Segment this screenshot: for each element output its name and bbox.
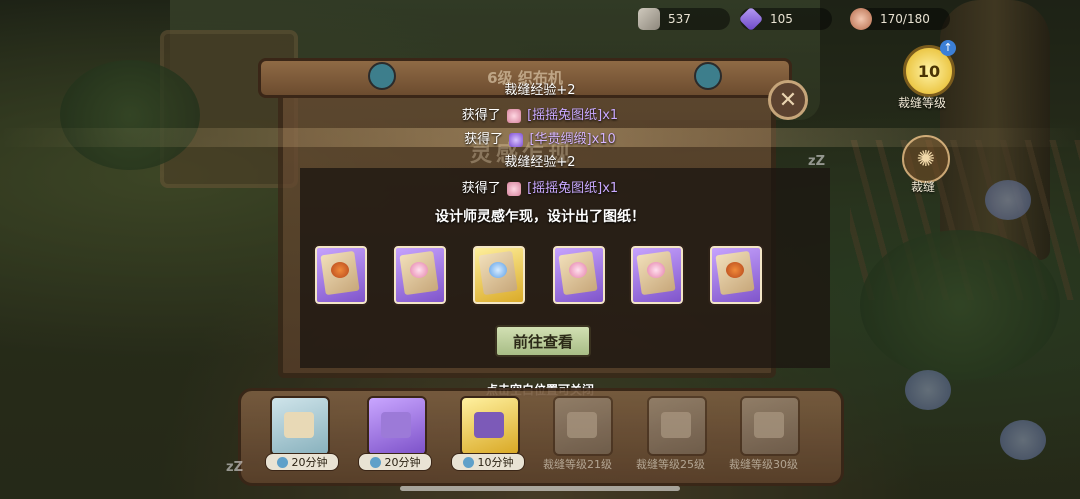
- resource-gears[interactable]: 537: [638, 8, 730, 30]
- level-up-arrow-icon: ↑: [940, 40, 956, 56]
- locked-slot[interactable]: [740, 396, 800, 456]
- pattern-card[interactable]: [471, 244, 527, 306]
- linen-cloth-icon: [284, 412, 314, 438]
- clock-icon: [276, 456, 288, 468]
- purple-fabric-icon: [474, 412, 504, 438]
- locked-cloth-icon: [567, 412, 597, 438]
- carrot-pattern-icon: [331, 262, 349, 278]
- slot-timer: 10分钟: [451, 453, 525, 471]
- blue-flower-pattern-icon: [489, 262, 507, 278]
- pattern-card[interactable]: [629, 244, 685, 306]
- rabbit-pattern-icon: [506, 181, 521, 196]
- sleep-zz-icon: zZ: [808, 154, 825, 169]
- rabbit-pattern-icon: [410, 262, 428, 278]
- log-line: 获得了 [华贵绸缎]x10: [0, 128, 1080, 147]
- rabbit-pattern-icon: [569, 262, 587, 278]
- pattern-card[interactable]: [708, 244, 764, 306]
- unlock-requirement: 裁缝等级21级: [543, 458, 612, 471]
- slot-timer: 20分钟: [358, 453, 432, 471]
- purple-fabric-icon: [381, 412, 411, 438]
- locked-slot[interactable]: [553, 396, 613, 456]
- rabbit-pattern-icon: [647, 262, 665, 278]
- loom-slot[interactable]: [270, 396, 330, 456]
- locked-slot[interactable]: [647, 396, 707, 456]
- slot-timer: 20分钟: [265, 453, 339, 471]
- home-indicator[interactable]: [400, 486, 680, 491]
- loom-slot[interactable]: [460, 396, 520, 456]
- pattern-card[interactable]: [392, 244, 448, 306]
- pattern-card[interactable]: [313, 244, 369, 306]
- inspiration-message: 设计师灵感乍现，设计出了图纸！: [435, 209, 645, 225]
- unlock-requirement: 裁缝等级30级: [729, 458, 798, 471]
- gear-material-icon: [638, 8, 660, 30]
- rabbit-pattern-icon: [506, 108, 521, 123]
- carrot-pattern-icon: [726, 262, 744, 278]
- pattern-card[interactable]: [551, 244, 607, 306]
- locked-cloth-icon: [754, 412, 784, 438]
- clock-icon: [369, 456, 381, 468]
- pattern-cards: [313, 244, 773, 306]
- house-capacity-icon: [850, 8, 872, 30]
- sleep-zz-icon: zZ: [226, 460, 243, 475]
- loom-slot[interactable]: [367, 396, 427, 456]
- log-line: 裁缝经验+2: [504, 83, 576, 98]
- log-line: 获得了 [摇摇兔图纸]x1: [461, 181, 619, 196]
- clock-icon: [462, 456, 474, 468]
- resource-crystals[interactable]: 105: [738, 6, 832, 32]
- go-view-button[interactable]: 前往查看: [495, 325, 591, 357]
- unlock-requirement: 裁缝等级25级: [636, 458, 705, 471]
- log-line: 获得了 [摇摇兔图纸]x1: [461, 108, 619, 123]
- locked-cloth-icon: [661, 412, 691, 438]
- resource-capacity[interactable]: 170/180: [850, 8, 950, 30]
- silk-fabric-icon: [509, 132, 524, 147]
- log-line: 裁缝经验+2: [504, 155, 576, 170]
